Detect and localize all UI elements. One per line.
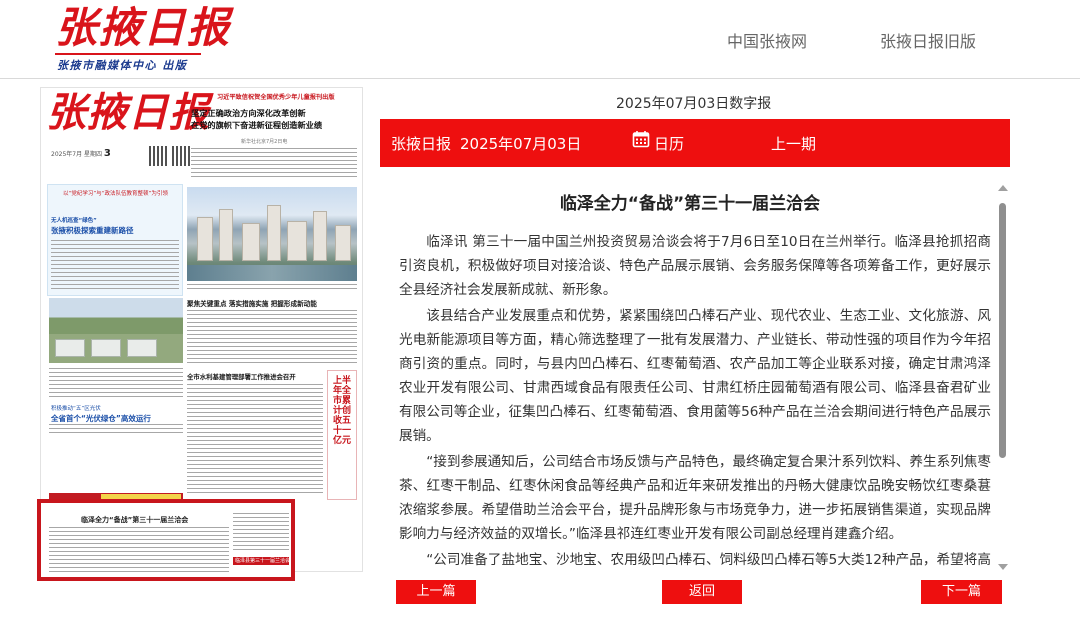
article-paragraph: 该县结合产业发展重点和优势，紧紧围绕凹凸棒石产业、现代农业、生态工业、文化旅游、… — [399, 308, 991, 444]
paper-text-block — [191, 148, 357, 178]
paper-text-block — [51, 240, 179, 292]
article-paragraph: “接到参展通知后，公司结合市场反馈与产品特色，最终确定复合果汁系列饮料、养生系列… — [399, 454, 991, 542]
paper-issue-day: 3 — [103, 148, 111, 159]
nav-link-old-version[interactable]: 张掖日报旧版 — [880, 28, 976, 52]
selected-story-badge-text: 临泽县第三十一届兰洽会 — [235, 558, 291, 564]
paper-left-intro: 以“党纪学习”与“政法队伍教育整顿”为引领 — [63, 191, 168, 197]
edition-toolbar: 张掖日报 2025年07月03日 日历 上一期 — [380, 119, 1010, 167]
paper-masthead: 张掖日报 — [46, 89, 210, 136]
paper-text-block — [187, 384, 323, 494]
prev-article-button[interactable]: 上一篇 — [396, 580, 476, 604]
calendar-button[interactable]: 日历 — [654, 133, 684, 154]
paper-left-title: 张掖积极探索重建新路径 — [51, 226, 134, 235]
edition-date: 2025年07月03日数字报 — [616, 96, 772, 112]
paper-left-story-title: 全省首个“光伏绿仓”高效运行 — [51, 414, 151, 423]
next-article-button[interactable]: 下一篇 — [921, 580, 1002, 604]
paper-solar-photo — [49, 436, 183, 488]
selected-story-area[interactable]: 临泽全力“备战”第三十一届兰洽会 临泽县第三十一届兰洽会 — [37, 499, 295, 581]
qr-code-icon — [172, 146, 192, 166]
paper-mid-headline-2: 全市水利基建管理部署工作推进会召开 — [187, 373, 296, 381]
calendar-icon[interactable] — [632, 130, 650, 148]
article-paragraph: “公司准备了盐地宝、沙地宝、农用级凹凸棒石、饲料级凹凸棒石等5大类12种产品，希… — [426, 552, 991, 568]
paper-left-kicker: 无人机巡查“绿色” — [51, 218, 97, 224]
paper-headline-2: 在党的旗帜下奋进新征程创造新业绩 — [191, 120, 323, 130]
paper-headline-1: 坚定正确政治方向深化改革创新 — [191, 108, 306, 118]
paper-farm-photo — [49, 298, 183, 363]
selected-story-text — [233, 513, 289, 553]
paper-date: 2025年07月03日 — [460, 135, 582, 153]
article-body: 临泽讯 第三十一届中国兰州投资贸易洽谈会将于7月6日至10日在兰州举行。临泽县抢… — [399, 230, 991, 572]
paper-text-block — [187, 310, 357, 366]
back-button[interactable]: 返回 — [662, 580, 742, 604]
site-logo[interactable]: 张掖日报 张掖市融媒体中心 出版 — [55, 4, 229, 72]
paper-text-block — [49, 424, 183, 434]
article-scrollbar[interactable] — [996, 185, 1010, 570]
logo-text: 张掖日报 — [55, 3, 232, 52]
logo-subtitle: 张掖市融媒体中心 出版 — [57, 59, 188, 72]
nav-link-china-zhangye[interactable]: 中国张掖网 — [727, 28, 807, 52]
article-title: 临泽全力“备战”第三十一届兰洽会 — [559, 194, 821, 214]
paper-issue-date: 2025年7月 星期四 3 — [51, 148, 111, 159]
paper-byline: 新华社北京7月2日电 — [241, 139, 288, 145]
paper-mid-headline: 聚焦关键重点 落实措施实施 把握形成新动能 — [187, 300, 317, 308]
prev-issue-button[interactable]: 上一期 — [771, 133, 816, 154]
paper-caption — [187, 284, 357, 292]
scroll-down-icon[interactable] — [998, 564, 1008, 570]
scroll-up-icon[interactable] — [998, 185, 1008, 191]
paper-city-photo — [187, 187, 357, 281]
paper-text-block — [49, 368, 183, 398]
paper-left-story-kicker: 积极推动“五”区光伏 — [51, 406, 101, 412]
paper-issue-label: 2025年7月 星期四 — [51, 151, 102, 158]
article-paragraph: 临泽讯 第三十一届中国兰州投资贸易洽谈会将于7月6日至10日在兰州举行。临泽县抢… — [399, 234, 991, 298]
paper-name-link[interactable]: 张掖日报 — [391, 133, 451, 154]
selected-story-title: 临泽全力“备战”第三十一届兰洽会 — [81, 516, 189, 524]
selected-story-text — [49, 527, 229, 575]
qr-code-icon — [149, 146, 169, 166]
scrollbar-thumb[interactable] — [999, 203, 1006, 458]
paper-kicker: 习近平致信祝贺全国优秀少年儿童报刊出版 — [217, 94, 335, 101]
paper-vertical-headline: 上半年全市累计创收五十一亿元 — [332, 376, 351, 446]
site-header: 张掖日报 张掖市融媒体中心 出版 中国张掖网 张掖日报旧版 — [0, 0, 1080, 79]
logo-rule — [55, 53, 201, 55]
article-panel: 临泽全力“备战”第三十一届兰洽会 临泽讯 第三十一届中国兰州投资贸易洽谈会将于7… — [380, 167, 1010, 572]
